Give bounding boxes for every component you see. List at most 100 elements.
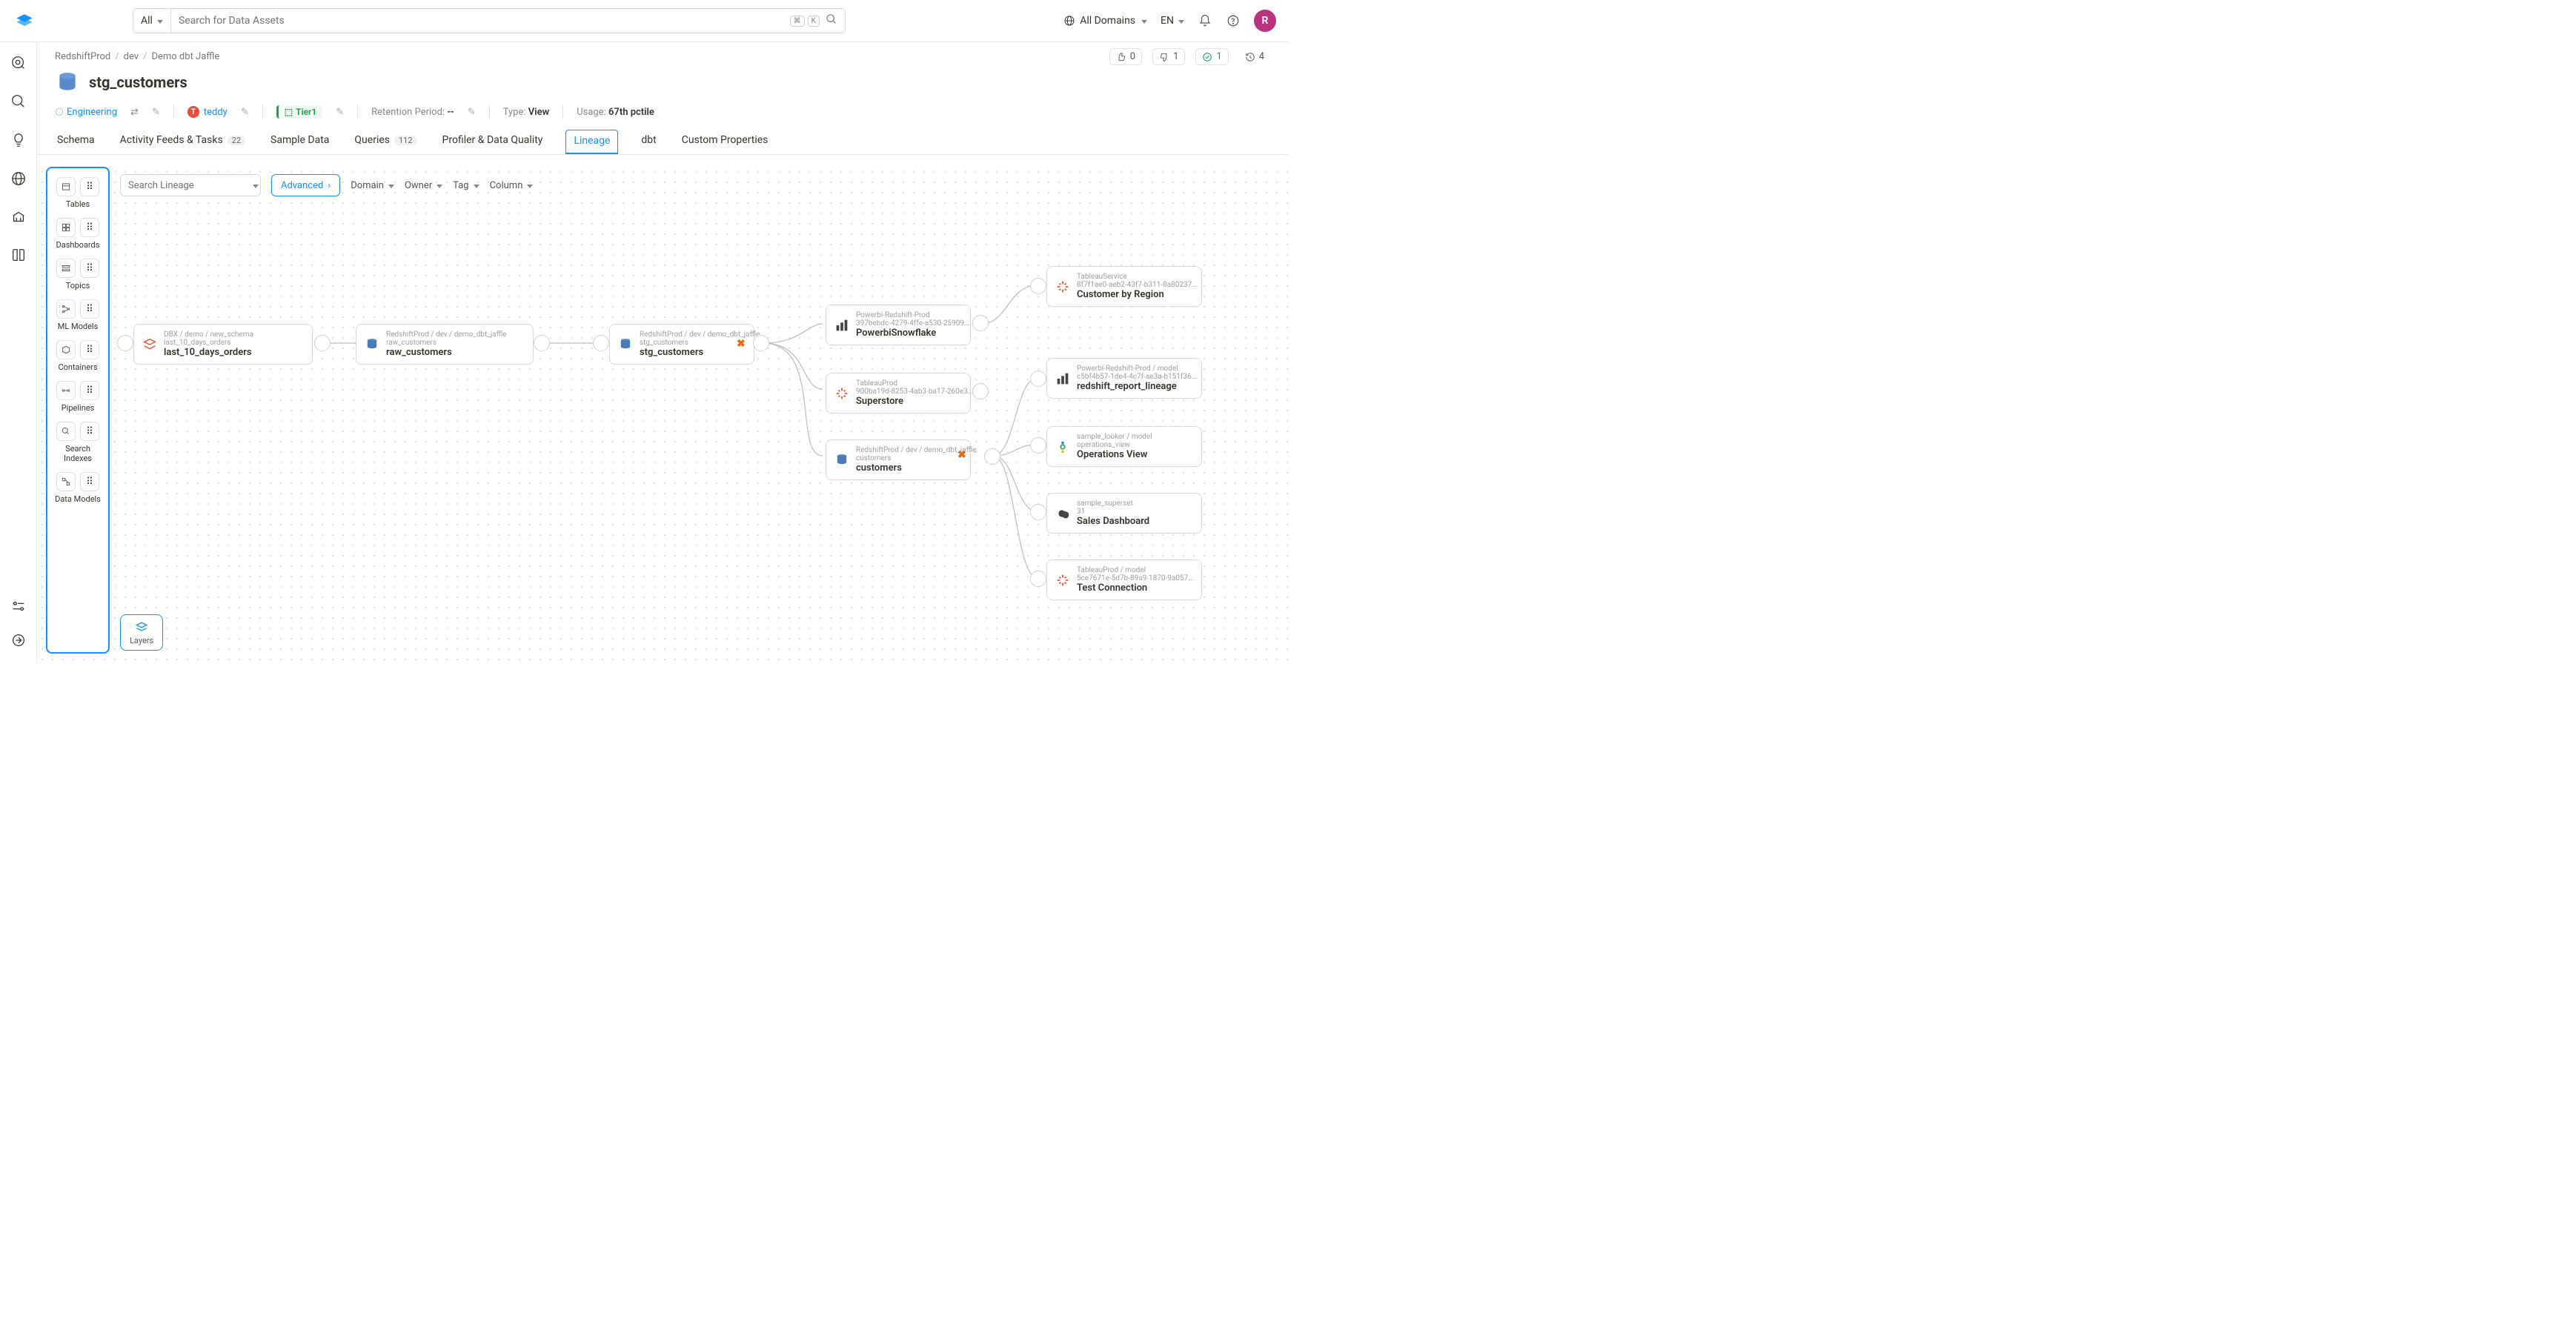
rail-globe-icon[interactable] xyxy=(10,170,27,187)
port[interactable] xyxy=(753,335,769,351)
filter-owner[interactable]: Owner xyxy=(405,180,442,191)
remove-node-icon[interactable]: ✖ xyxy=(957,449,966,461)
port[interactable] xyxy=(972,315,989,331)
breadcrumb-item[interactable]: dev xyxy=(124,51,139,62)
palette-ml-models[interactable]: ⠿ML Models xyxy=(50,299,105,331)
like-metric[interactable]: 0 xyxy=(1109,48,1142,65)
filter-column[interactable]: Column xyxy=(490,180,534,191)
language-dropdown[interactable]: EN xyxy=(1161,15,1184,27)
rail-insights-icon[interactable] xyxy=(10,131,27,149)
edit-icon[interactable]: ✎ xyxy=(468,107,476,118)
node-sales-dashboard[interactable]: sample_superset31Sales Dashboard xyxy=(1046,493,1202,534)
search-filter-dropdown[interactable]: All xyxy=(133,8,171,33)
node-raw-customers[interactable]: RedshiftProd / dev / demo_dbt_jaffleraw_… xyxy=(356,324,534,365)
node-stg-customers[interactable]: RedshiftProd / dev / demo_dbt_jafflestg_… xyxy=(609,324,754,365)
tab-sample-data[interactable]: Sample Data xyxy=(268,129,331,154)
remove-node-icon[interactable]: ✖ xyxy=(737,338,746,350)
tab-dbt[interactable]: dbt xyxy=(639,129,658,154)
task-metric[interactable]: 1 xyxy=(1195,48,1228,65)
help-button[interactable] xyxy=(1226,13,1241,28)
rail-search-icon[interactable] xyxy=(10,93,27,110)
lineage-search-input[interactable] xyxy=(128,180,251,191)
container-icon xyxy=(56,340,76,359)
tableau-icon xyxy=(1055,572,1071,588)
domain-link[interactable]: Engineering xyxy=(55,107,117,118)
databricks-icon xyxy=(142,336,158,353)
port[interactable] xyxy=(972,383,989,399)
rail-governance-icon[interactable] xyxy=(10,208,27,226)
node-last-10-days-orders[interactable]: DBX / demo / new_schemalast_10_days_orde… xyxy=(133,324,313,365)
node-redshift-report-lineage[interactable]: Powerbi-Redshift-Prod / modelc5bf4b57-1d… xyxy=(1046,358,1202,399)
palette-search-indexes[interactable]: ⠿Search Indexes xyxy=(50,422,105,463)
palette-dashboards[interactable]: ⠿Dashboards xyxy=(50,218,105,250)
domains-dropdown[interactable]: All Domains xyxy=(1063,15,1147,27)
edit-icon[interactable]: ✎ xyxy=(241,107,249,118)
type-value: View xyxy=(528,107,549,118)
node-customers[interactable]: RedshiftProd / dev / demo_dbt_jafflecust… xyxy=(826,439,971,480)
node-test-connection[interactable]: TableauProd / model5ce7671e-5d7b-89a9-18… xyxy=(1046,559,1202,600)
database-icon xyxy=(834,452,850,468)
breadcrumb-item[interactable]: RedshiftProd xyxy=(55,51,110,62)
history-metric[interactable]: 4 xyxy=(1239,49,1270,64)
tier-badge[interactable]: ⬚Tier1 xyxy=(276,105,322,119)
search-input[interactable] xyxy=(179,15,787,27)
rail-docs-icon[interactable] xyxy=(10,247,27,265)
rail-collapse-icon[interactable] xyxy=(10,631,27,649)
tab-custom-properties[interactable]: Custom Properties xyxy=(680,129,771,154)
chevron-down-icon xyxy=(387,180,394,191)
search-input-wrap: ⌘ K xyxy=(171,8,846,33)
edit-icon[interactable]: ✎ xyxy=(152,107,160,118)
topbar: All ⌘ K All Domains EN R xyxy=(0,0,1288,42)
port[interactable] xyxy=(1030,371,1046,387)
rail-settings-icon[interactable] xyxy=(10,597,27,615)
port[interactable] xyxy=(1030,571,1046,587)
palette-data-models[interactable]: ⠿Data Models xyxy=(50,472,105,504)
search-icon[interactable] xyxy=(826,13,837,28)
chevron-down-icon xyxy=(1177,15,1184,27)
globe-icon xyxy=(1063,15,1075,27)
tab-lineage[interactable]: Lineage xyxy=(565,130,618,154)
breadcrumb-item[interactable]: Demo dbt Jaffle xyxy=(151,51,219,62)
rail-explore-icon[interactable] xyxy=(10,54,27,72)
tab-profiler[interactable]: Profiler & Data Quality xyxy=(440,129,545,154)
node-superstore[interactable]: TableauProd900ba19d-8253-4ab3-ba17-260e3… xyxy=(826,373,971,414)
tab-schema[interactable]: Schema xyxy=(55,129,97,154)
filter-domain[interactable]: Domain xyxy=(351,180,394,191)
divider xyxy=(562,105,563,119)
palette-pipelines[interactable]: ⠿Pipelines xyxy=(50,381,105,413)
tab-activity[interactable]: Activity Feeds & Tasks22 xyxy=(118,129,248,154)
user-avatar[interactable]: R xyxy=(1254,10,1276,32)
node-operations-view[interactable]: sample_looker / modeloperations_viewOper… xyxy=(1046,426,1202,467)
port[interactable] xyxy=(1030,437,1046,454)
dislike-metric[interactable]: 1 xyxy=(1152,48,1185,65)
thumbs-up-icon xyxy=(1116,52,1126,62)
node-customer-by-region[interactable]: TableauService8f7f1ae0-aeb2-43f7-b311-8a… xyxy=(1046,266,1202,307)
owner[interactable]: T teddy xyxy=(187,106,228,118)
edit-icon[interactable]: ✎ xyxy=(336,107,344,118)
chevron-right-icon: › xyxy=(328,180,331,191)
link-icon[interactable]: ⇄ xyxy=(130,107,139,118)
port[interactable] xyxy=(1030,504,1046,520)
advanced-button[interactable]: Advanced› xyxy=(271,174,340,196)
notifications-button[interactable] xyxy=(1198,13,1212,28)
port[interactable] xyxy=(314,335,331,351)
port[interactable] xyxy=(1030,278,1046,294)
node-powerbi-snowflake[interactable]: Powerbi-Redshift-Prod397bebdc-4279-4ffe-… xyxy=(826,305,971,345)
tab-queries[interactable]: Queries112 xyxy=(352,129,419,154)
port[interactable] xyxy=(534,335,550,351)
drag-handle-icon: ⠿ xyxy=(80,259,99,278)
palette-tables[interactable]: ⠿Tables xyxy=(50,177,105,209)
app-logo xyxy=(14,10,35,31)
layers-button[interactable]: Layers xyxy=(120,614,163,651)
kbd-k: K xyxy=(808,16,820,27)
port[interactable] xyxy=(593,335,609,351)
palette-containers[interactable]: ⠿Containers xyxy=(50,340,105,372)
check-circle-icon xyxy=(1202,52,1212,62)
type-label: Type: xyxy=(503,107,526,118)
lineage-search[interactable] xyxy=(120,174,261,196)
palette-topics[interactable]: ⠿Topics xyxy=(50,259,105,290)
filter-tag[interactable]: Tag xyxy=(453,180,479,191)
language-label: EN xyxy=(1161,15,1174,27)
port[interactable] xyxy=(117,335,133,351)
port[interactable] xyxy=(984,448,1000,465)
